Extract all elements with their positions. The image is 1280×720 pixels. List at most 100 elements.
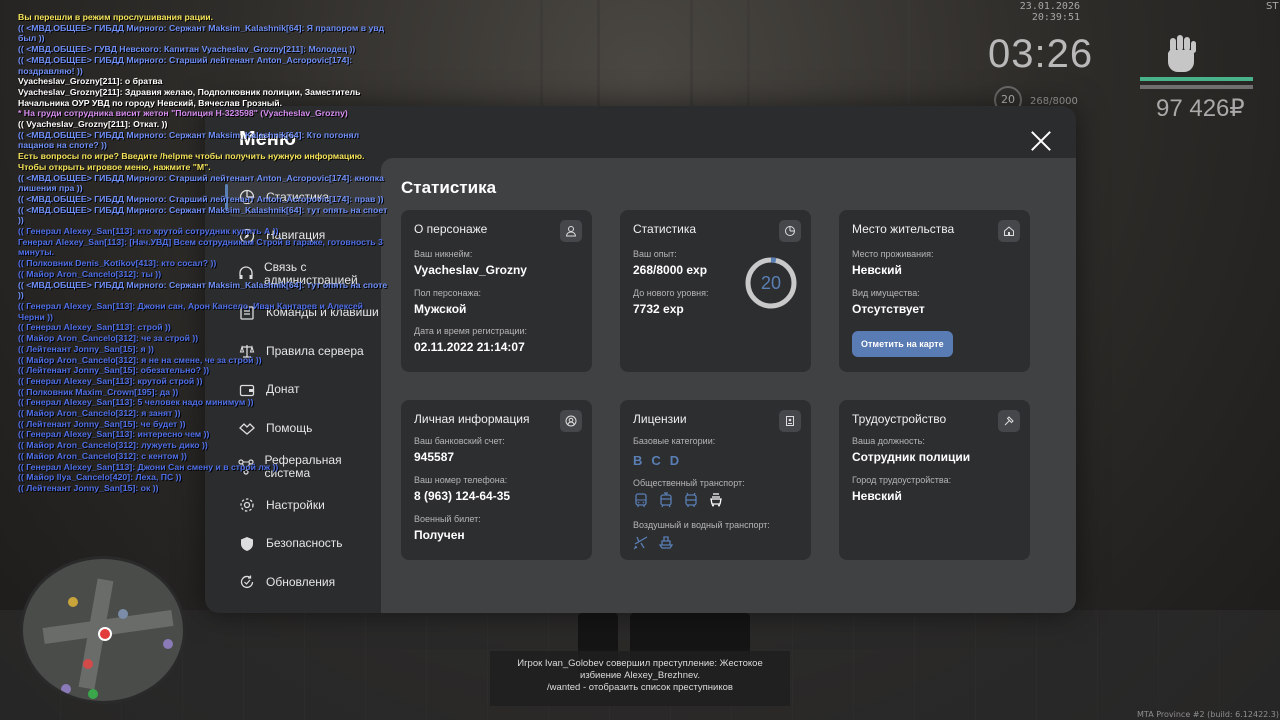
field-phone: Ваш номер телефона: 8 (963) 124-64-35 xyxy=(414,475,510,503)
trolleybus-icon xyxy=(685,492,697,507)
card-title: О персонаже xyxy=(414,222,488,236)
field-label: Ваша должность: xyxy=(852,436,925,446)
chat-line: (( Майор Aron_Cancelo[312]: лужуеть дико… xyxy=(18,440,208,451)
chat-line: Есть вопросы по игре? Введите /helpme чт… xyxy=(18,151,365,162)
tram-icon xyxy=(660,492,672,508)
chat-line: (( <МВД.ОБЩЕЕ> ГИБДД Мирного: Старший ле… xyxy=(18,193,384,204)
field-property: Вид имущества: Отсутствует xyxy=(852,288,925,316)
chat-line: (( Vyacheslav_Grozny[211]: Откат. )) xyxy=(18,119,168,130)
property-value: Отсутствует xyxy=(852,302,925,316)
chat-line: (( <МВД.ОБЩЕЕ> ГИБДД Мирного: Старший ле… xyxy=(18,54,353,76)
notice-line: избиение Alexey_Brezhnev. xyxy=(580,670,700,681)
content-title: Статистика xyxy=(401,178,497,197)
hud-money: 97 426₽ xyxy=(1156,95,1245,122)
chat-line: (( Лейтенант Jonny_San[15]: ок )) xyxy=(18,482,159,493)
chat-line: Вы перешли в режим прослушивания рации. xyxy=(18,12,214,22)
chat-line: (( Майор Aron_Cancelo[312]: ты )) xyxy=(18,268,162,279)
card-licenses: Лицензии Базовые категории: BCD Обществе… xyxy=(620,400,811,560)
field-label: Базовые категории: xyxy=(633,436,716,446)
build-info: MTA Province #2 (build: 6.12422.3) xyxy=(1137,710,1279,719)
hammer-icon xyxy=(998,410,1020,432)
field-bank: Ваш банковский счет: 945587 xyxy=(414,436,505,464)
boat-icon xyxy=(658,536,674,549)
hud-datetime: 23.01.2026 20:39:51 xyxy=(1019,1,1080,23)
sidebar-item-9[interactable]: Безопасность xyxy=(227,525,381,564)
next-level-value: 7732 exp xyxy=(633,302,684,316)
field-nickname: Ваш никнейм: Vyacheslav_Grozny xyxy=(414,249,527,277)
chat-line: (( Лейтенант Jonny_San[15]: обезательно?… xyxy=(18,365,210,376)
hud-clock: 03:26 xyxy=(988,32,1094,76)
mark-on-map-button[interactable]: Отметить на карте xyxy=(852,331,953,357)
employment-city-value: Невский xyxy=(852,489,902,503)
license-category: C xyxy=(651,453,661,468)
bank-value: 945587 xyxy=(414,450,455,464)
card-title: Личная информация xyxy=(414,412,530,426)
minimap-blip xyxy=(68,597,78,607)
sidebar-item-label: Обновления xyxy=(266,574,336,589)
crime-notification: Игрок Ivan_Golobev совершил преступление… xyxy=(490,651,790,706)
field-label: Ваш номер телефона: xyxy=(414,475,508,485)
registration-value: 02.11.2022 21:14:07 xyxy=(414,340,525,354)
card-residence: Место жительства Место проживания: Невск… xyxy=(839,210,1030,372)
chat-line: (( <МВД.ОБЩЕЕ> ГУВД Невского: Капитан Vy… xyxy=(18,44,356,55)
sidebar-item-10[interactable]: Обновления xyxy=(227,563,381,602)
chat-line: (( Генерал Alexey_San[113]: кто крутой с… xyxy=(18,226,279,237)
chat-line: (( <МВД.ОБЩЕЕ> ГИБДД Мирного: Сержант Ma… xyxy=(18,204,388,226)
field-label: Дата и время регистрации: xyxy=(414,326,527,336)
field-label: Военный билет: xyxy=(414,514,481,524)
card-title: Лицензии xyxy=(633,412,687,426)
notice-line: Игрок Ivan_Golobev совершил преступление… xyxy=(517,658,763,669)
chat-line: Vyacheslav_Grozny[211]: о братва xyxy=(18,76,163,87)
chat-line: Vyacheslav_Grozny[211]: Здравия желаю, П… xyxy=(18,86,361,108)
minimap-blip xyxy=(163,639,173,649)
level-progress-ring: 20 xyxy=(744,256,798,310)
field-place: Место проживания: Невский xyxy=(852,249,934,277)
license-category: B xyxy=(633,453,643,468)
chat-line: * На груди сотрудника висит жетон "Полиц… xyxy=(18,108,348,119)
chat-line: (( Майор Aron_Cancelo[312]: я не на смен… xyxy=(18,354,262,365)
field-label: Город трудоустройства: xyxy=(852,475,952,485)
minimap xyxy=(20,556,186,704)
field-air-water-transport: Воздушный и водный транспорт: xyxy=(633,520,770,550)
position-value: Сотрудник полиции xyxy=(852,450,971,464)
sidebar-item-label: Безопасность xyxy=(266,536,343,551)
chat-line: (( Полковник Denis_Kotikov[413]: кто сос… xyxy=(18,258,217,269)
notice-line: /wanted - отобразить список преступников xyxy=(547,682,733,693)
card-character: О персонаже Ваш никнейм: Vyacheslav_Groz… xyxy=(401,210,592,372)
shield-icon xyxy=(237,534,257,554)
minimap-blip xyxy=(83,659,93,669)
refresh-icon xyxy=(237,572,257,592)
field-public-transport: Общественный транспорт: xyxy=(633,478,745,508)
chat-log: Вы перешли в режим прослушивания рации. (… xyxy=(18,12,388,494)
field-position: Ваша должность: Сотрудник полиции xyxy=(852,436,970,464)
user-circle-icon xyxy=(560,410,582,432)
sidebar-item-label: Настройки xyxy=(266,497,325,512)
chat-line: (( Майор Aron_Cancelo[312]: че за строй … xyxy=(18,333,199,344)
field-exp: Ваш опыт: 268/8000 exp xyxy=(633,249,707,277)
gear-icon xyxy=(237,495,257,515)
field-gender: Пол персонажа: Мужской xyxy=(414,288,481,316)
card-title: Место жительства xyxy=(852,222,955,236)
field-base-categories: Базовые категории: BCD xyxy=(633,436,715,469)
minimap-blip xyxy=(118,609,128,619)
exp-value: 268/8000 exp xyxy=(633,263,708,277)
id-card-icon xyxy=(779,410,801,432)
close-icon[interactable] xyxy=(1028,128,1054,154)
player-marker-icon xyxy=(98,627,112,641)
chat-line: (( Майор Aron_Cancelo[312]: я занят )) xyxy=(18,408,181,419)
field-military: Военный билет: Получен xyxy=(414,514,481,542)
field-label: Общественный транспорт: xyxy=(633,478,745,488)
phone-value: 8 (963) 124-64-35 xyxy=(414,489,511,503)
building-arch xyxy=(840,0,910,120)
gender-value: Мужской xyxy=(414,302,467,316)
field-label: Воздушный и водный транспорт: xyxy=(633,520,770,530)
field-label: Ваш банковский счет: xyxy=(414,436,505,446)
card-statistics: Статистика Ваш опыт: 268/8000 exp До нов… xyxy=(620,210,811,372)
field-label: Место проживания: xyxy=(852,249,934,259)
nickname-value: Vyacheslav_Grozny xyxy=(414,263,527,277)
chat-line: (( <МВД.ОБЩЕЕ> ГИБДД Мирного: Сержант Ma… xyxy=(18,129,360,151)
bus-icon xyxy=(635,493,647,507)
chat-line: (( Генерал Alexey_San[113]: Джони сан, А… xyxy=(18,300,363,322)
building-arch xyxy=(690,0,750,120)
health-bar xyxy=(1140,77,1253,81)
